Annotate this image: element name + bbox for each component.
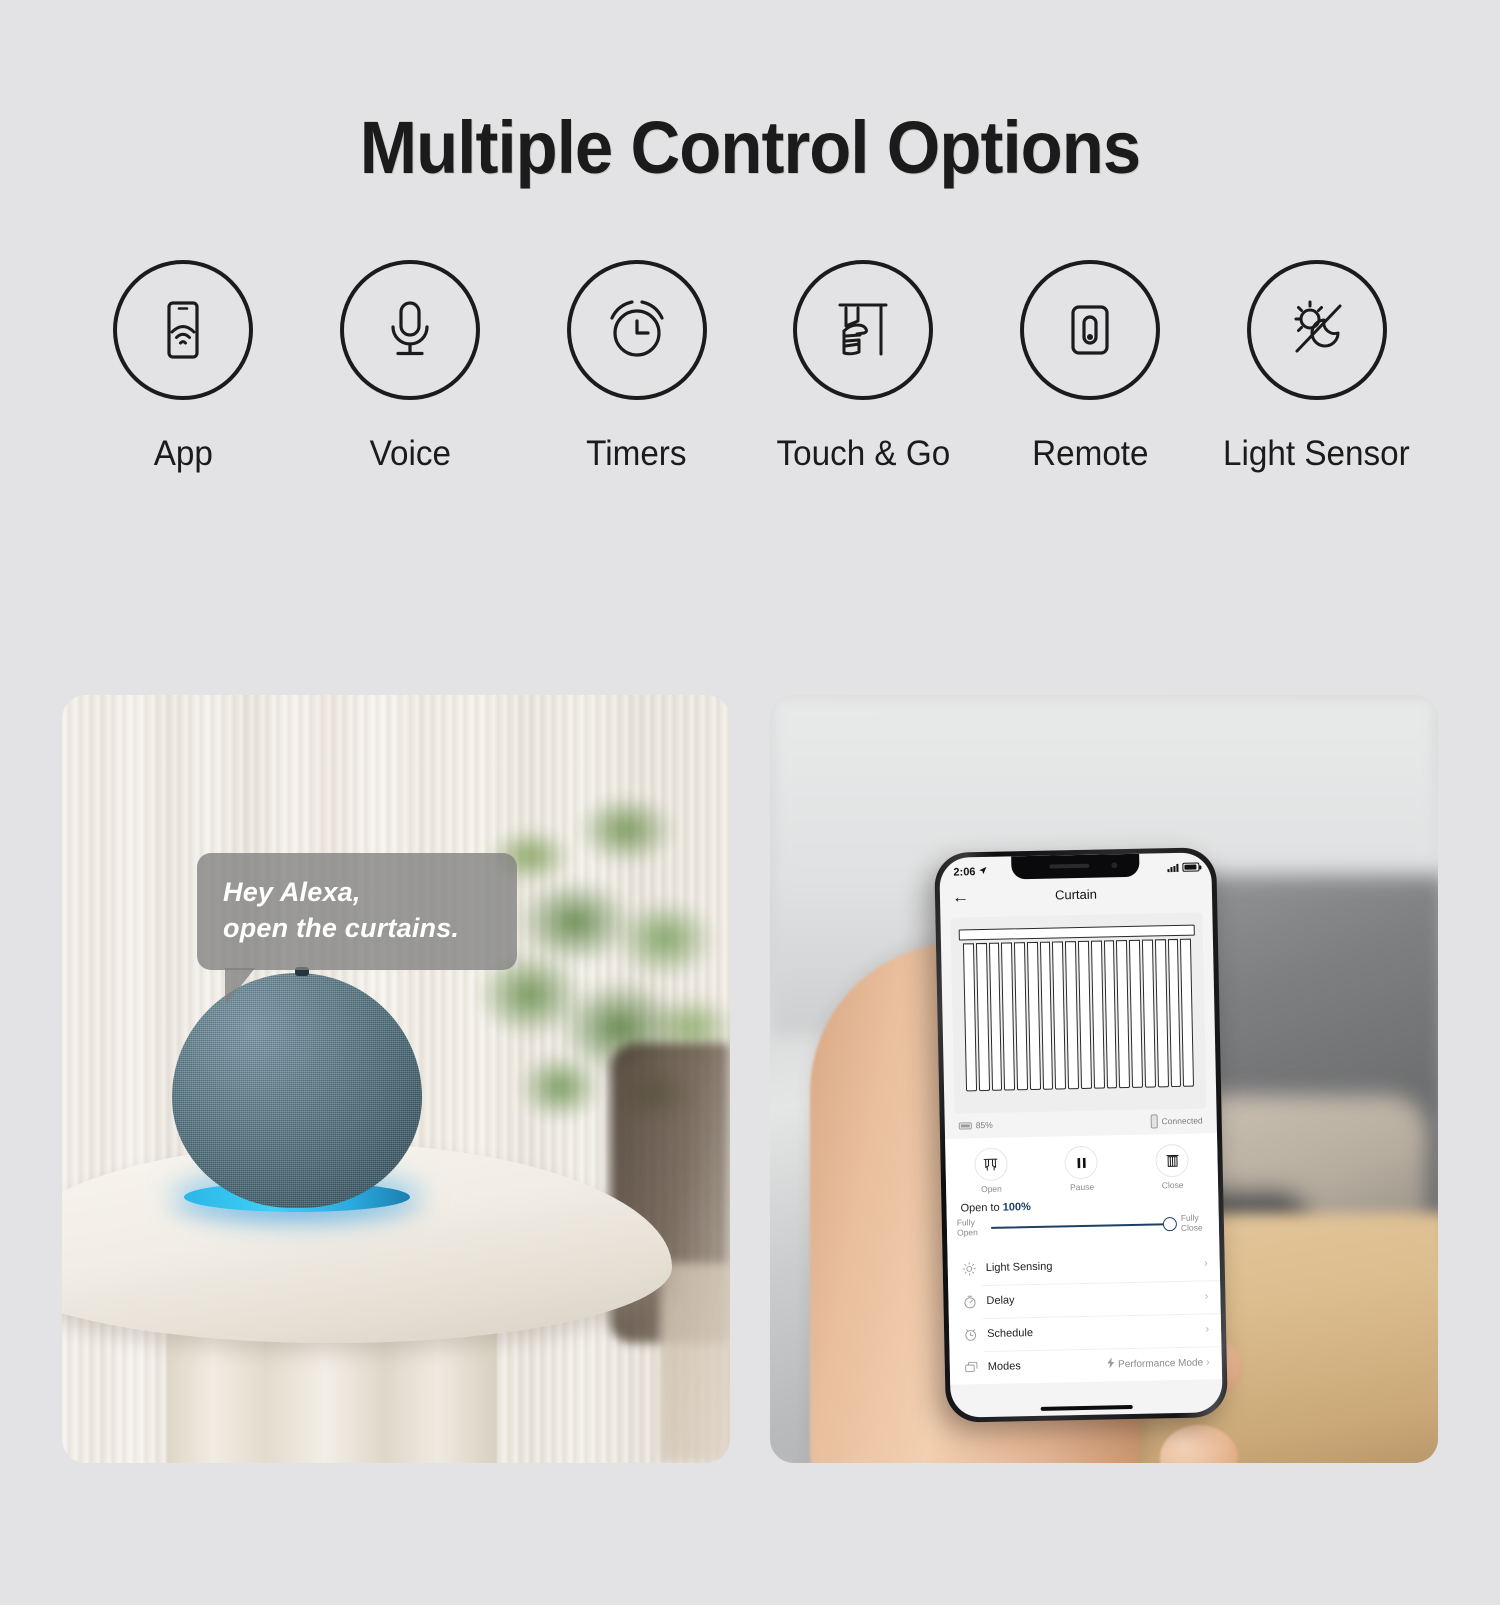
home-indicator[interactable]: [1041, 1405, 1133, 1411]
feature-label: Voice: [302, 434, 517, 474]
location-arrow-icon: [978, 865, 987, 877]
earpiece-speaker: [1049, 864, 1089, 869]
stopwatch-icon: [962, 1294, 977, 1309]
smartphone: 2:06 ← Curtain: [934, 847, 1228, 1423]
curtain-close-icon: [1155, 1144, 1189, 1178]
chevron-right-icon: ›: [1206, 1356, 1210, 1368]
list-item-value: Performance Mode ›: [1107, 1355, 1210, 1371]
echo-dot-speaker: [172, 973, 422, 1208]
device-icon: [1150, 1114, 1157, 1128]
slider-track[interactable]: [991, 1223, 1175, 1229]
feature-voice[interactable]: Voice: [297, 260, 524, 474]
microphone-icon: [371, 291, 449, 369]
chevron-right-icon: ›: [1204, 1257, 1208, 1269]
list-item-modes[interactable]: Modes Performance Mode ›: [950, 1346, 1223, 1385]
slider-knob[interactable]: [1163, 1217, 1177, 1231]
feature-label: App: [76, 434, 291, 474]
feature-label: Touch & Go: [756, 434, 971, 474]
curtain-open-icon: [974, 1148, 1008, 1182]
chevron-right-icon: ›: [1205, 1323, 1209, 1335]
curtain-controls-card: Open Pause: [945, 1133, 1219, 1252]
curtain-slats: [963, 939, 1194, 1092]
control-label: Pause: [1065, 1182, 1098, 1193]
feature-icon-circle: [1247, 260, 1387, 400]
open-button[interactable]: Open: [974, 1148, 1008, 1195]
feature-timers[interactable]: Timers: [523, 260, 750, 474]
battery-icon: [1182, 862, 1199, 871]
list-item-label: Light Sensing: [986, 1258, 1196, 1274]
control-label: Close: [1156, 1180, 1189, 1191]
hand-pulling-curtain-icon: [824, 291, 902, 369]
connection-status: Connected: [1162, 1115, 1203, 1126]
screen-title: Curtain: [940, 884, 1212, 905]
sun-icon: [962, 1261, 977, 1276]
curtain-rail: [959, 925, 1195, 941]
feature-icon-circle: [113, 260, 253, 400]
phone-wifi-icon: [144, 291, 222, 369]
feature-remote[interactable]: Remote: [977, 260, 1204, 474]
echo-dot-on-table-photo: Hey Alexa, open the curtains.: [62, 695, 730, 1463]
control-label: Open: [975, 1184, 1008, 1195]
feature-icon-circle: [567, 260, 707, 400]
feature-app[interactable]: App: [70, 260, 297, 474]
feature-touch-and-go[interactable]: Touch & Go: [750, 260, 977, 474]
feature-label: Timers: [529, 434, 744, 474]
speech-bubble: Hey Alexa, open the curtains.: [197, 853, 517, 970]
hand-holding-phone-photo: 2:06 ← Curtain: [770, 695, 1438, 1463]
status-bar-time: 2:06: [953, 866, 975, 878]
speech-bubble-line-2: open the curtains.: [223, 911, 491, 947]
feature-label: Remote: [982, 434, 1197, 474]
device-battery-icon: [959, 1122, 972, 1129]
sun-moon-slash-icon: [1278, 291, 1356, 369]
signal-bars-icon: [1167, 863, 1178, 871]
speech-bubble-line-1: Hey Alexa,: [223, 875, 491, 911]
feature-icon-circle: [793, 260, 933, 400]
lightning-icon: [1107, 1357, 1115, 1371]
feature-icon-circle: [1020, 260, 1160, 400]
clock-icon: [963, 1327, 978, 1342]
page-title: Multiple Control Options: [53, 105, 1448, 190]
device-battery-percent: 85%: [976, 1120, 993, 1130]
photo-card-row: Hey Alexa, open the curtains.: [62, 695, 1438, 1463]
curtain-illustration: [950, 912, 1206, 1113]
alarm-clock-icon: [598, 291, 676, 369]
feature-icon-circle: [340, 260, 480, 400]
pause-button[interactable]: Pause: [1065, 1146, 1099, 1193]
slider-right-label: Fully Close: [1181, 1213, 1209, 1233]
pause-icon: [1065, 1146, 1099, 1180]
slider-left-label-2: Open: [957, 1228, 985, 1238]
phone-nav-bar: ← Curtain: [940, 876, 1213, 912]
feature-label: Light Sensor: [1209, 434, 1424, 474]
slider-left-label: Fully Open: [957, 1218, 985, 1238]
modes-value-text: Performance Mode: [1118, 1357, 1203, 1370]
phone-notch: [1011, 854, 1139, 880]
feature-light-sensor[interactable]: Light Sensor: [1203, 260, 1430, 474]
list-item-label: Delay: [986, 1291, 1196, 1307]
feature-list: App Voice: [0, 260, 1500, 474]
list-item-label: Schedule: [987, 1324, 1197, 1340]
curtain-position-slider[interactable]: Fully Open Fully Close: [947, 1209, 1220, 1244]
phone-screen: 2:06 ← Curtain: [939, 852, 1223, 1418]
front-camera: [1111, 862, 1117, 868]
echo-body: [172, 973, 422, 1208]
open-to-prefix: Open to: [960, 1202, 1002, 1215]
slider-right-label-2: Close: [1181, 1223, 1209, 1233]
close-button[interactable]: Close: [1155, 1144, 1189, 1191]
open-to-value: 100%: [1003, 1201, 1031, 1214]
remote-control-icon: [1051, 291, 1129, 369]
list-item-label: Modes: [988, 1359, 1099, 1373]
settings-list: Light Sensing › Delay ›: [947, 1247, 1222, 1385]
chevron-right-icon: ›: [1205, 1290, 1209, 1302]
modes-icon: [964, 1360, 979, 1375]
